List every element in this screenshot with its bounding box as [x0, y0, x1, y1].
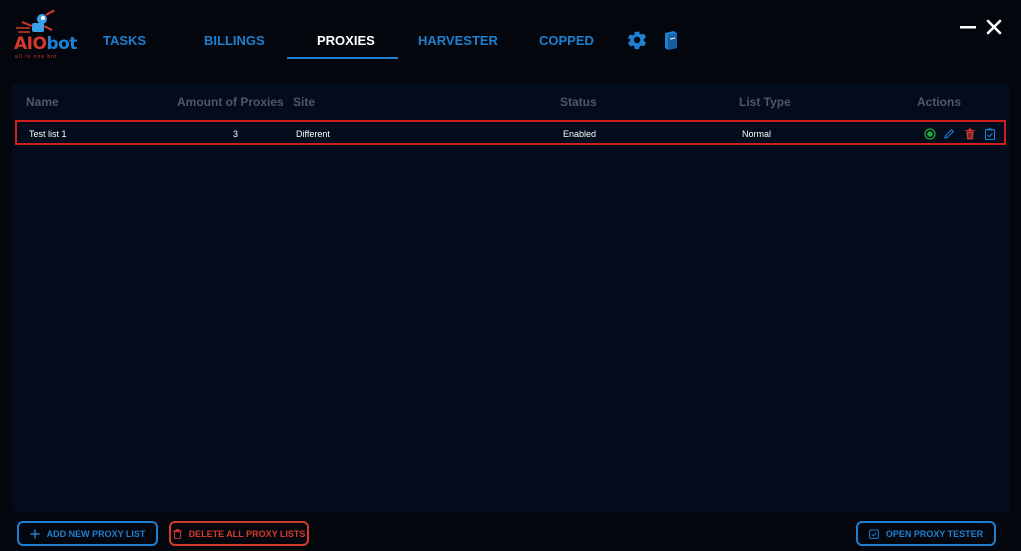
add-new-proxy-list-button[interactable]: ADD NEW PROXY LIST [17, 521, 158, 546]
add-new-proxy-list-label: ADD NEW PROXY LIST [46, 528, 146, 539]
book-icon[interactable] [660, 29, 682, 51]
active-tab-indicator [287, 57, 398, 59]
cell-amount: 3 [233, 129, 239, 139]
edit-icon[interactable] [943, 127, 955, 139]
tab-tasks[interactable]: TASKS [103, 33, 146, 48]
open-proxy-tester-button[interactable]: OPEN PROXY TESTER [856, 521, 996, 546]
cell-status: Enabled [563, 129, 597, 139]
delete-icon[interactable] [964, 127, 976, 140]
trash-icon [173, 528, 182, 539]
tab-proxies[interactable]: PROXIES [317, 33, 375, 48]
tab-copped[interactable]: COPPED [539, 33, 594, 48]
logo-tagline: all in one bot [15, 54, 58, 60]
cell-site: Different [296, 129, 330, 139]
column-header-site: Site [293, 95, 316, 109]
cell-list-type: Normal [742, 129, 772, 139]
app-logo: AIObot all in one bot [12, 10, 77, 60]
cell-name: Test list 1 [29, 129, 67, 139]
column-header-actions: Actions [917, 95, 962, 109]
tab-billings[interactable]: BILLINGS [204, 33, 265, 48]
delete-all-proxy-lists-button[interactable]: DELETE ALL PROXY LISTS [169, 521, 309, 546]
minimize-icon[interactable] [959, 18, 977, 36]
app-window: AIObot all in one bot TASKS BILLINGS PRO… [0, 0, 1021, 551]
delete-all-proxy-lists-label: DELETE ALL PROXY LISTS [188, 528, 306, 539]
clipboard-check-icon[interactable] [984, 127, 996, 141]
close-icon[interactable] [985, 18, 1003, 36]
table-row[interactable]: Test list 1 3 Different Enabled Normal [15, 120, 1006, 145]
status-toggle-icon[interactable] [924, 127, 936, 140]
column-header-list-type: List Type [739, 95, 791, 109]
plus-icon [30, 529, 40, 538]
open-proxy-tester-label: OPEN PROXY TESTER [885, 528, 984, 539]
top-bar: AIObot all in one bot TASKS BILLINGS PRO… [0, 0, 1021, 80]
column-header-amount: Amount of Proxies [177, 95, 284, 109]
logo-wordmark: AIObot [14, 34, 77, 54]
proxy-lists-table: Name Amount of Proxies Site Status List … [12, 84, 1010, 512]
column-header-name: Name [26, 95, 59, 109]
gear-icon[interactable] [626, 29, 648, 51]
column-header-status: Status [560, 95, 597, 109]
tab-harvester[interactable]: HARVESTER [418, 33, 498, 48]
tester-icon [868, 529, 879, 539]
